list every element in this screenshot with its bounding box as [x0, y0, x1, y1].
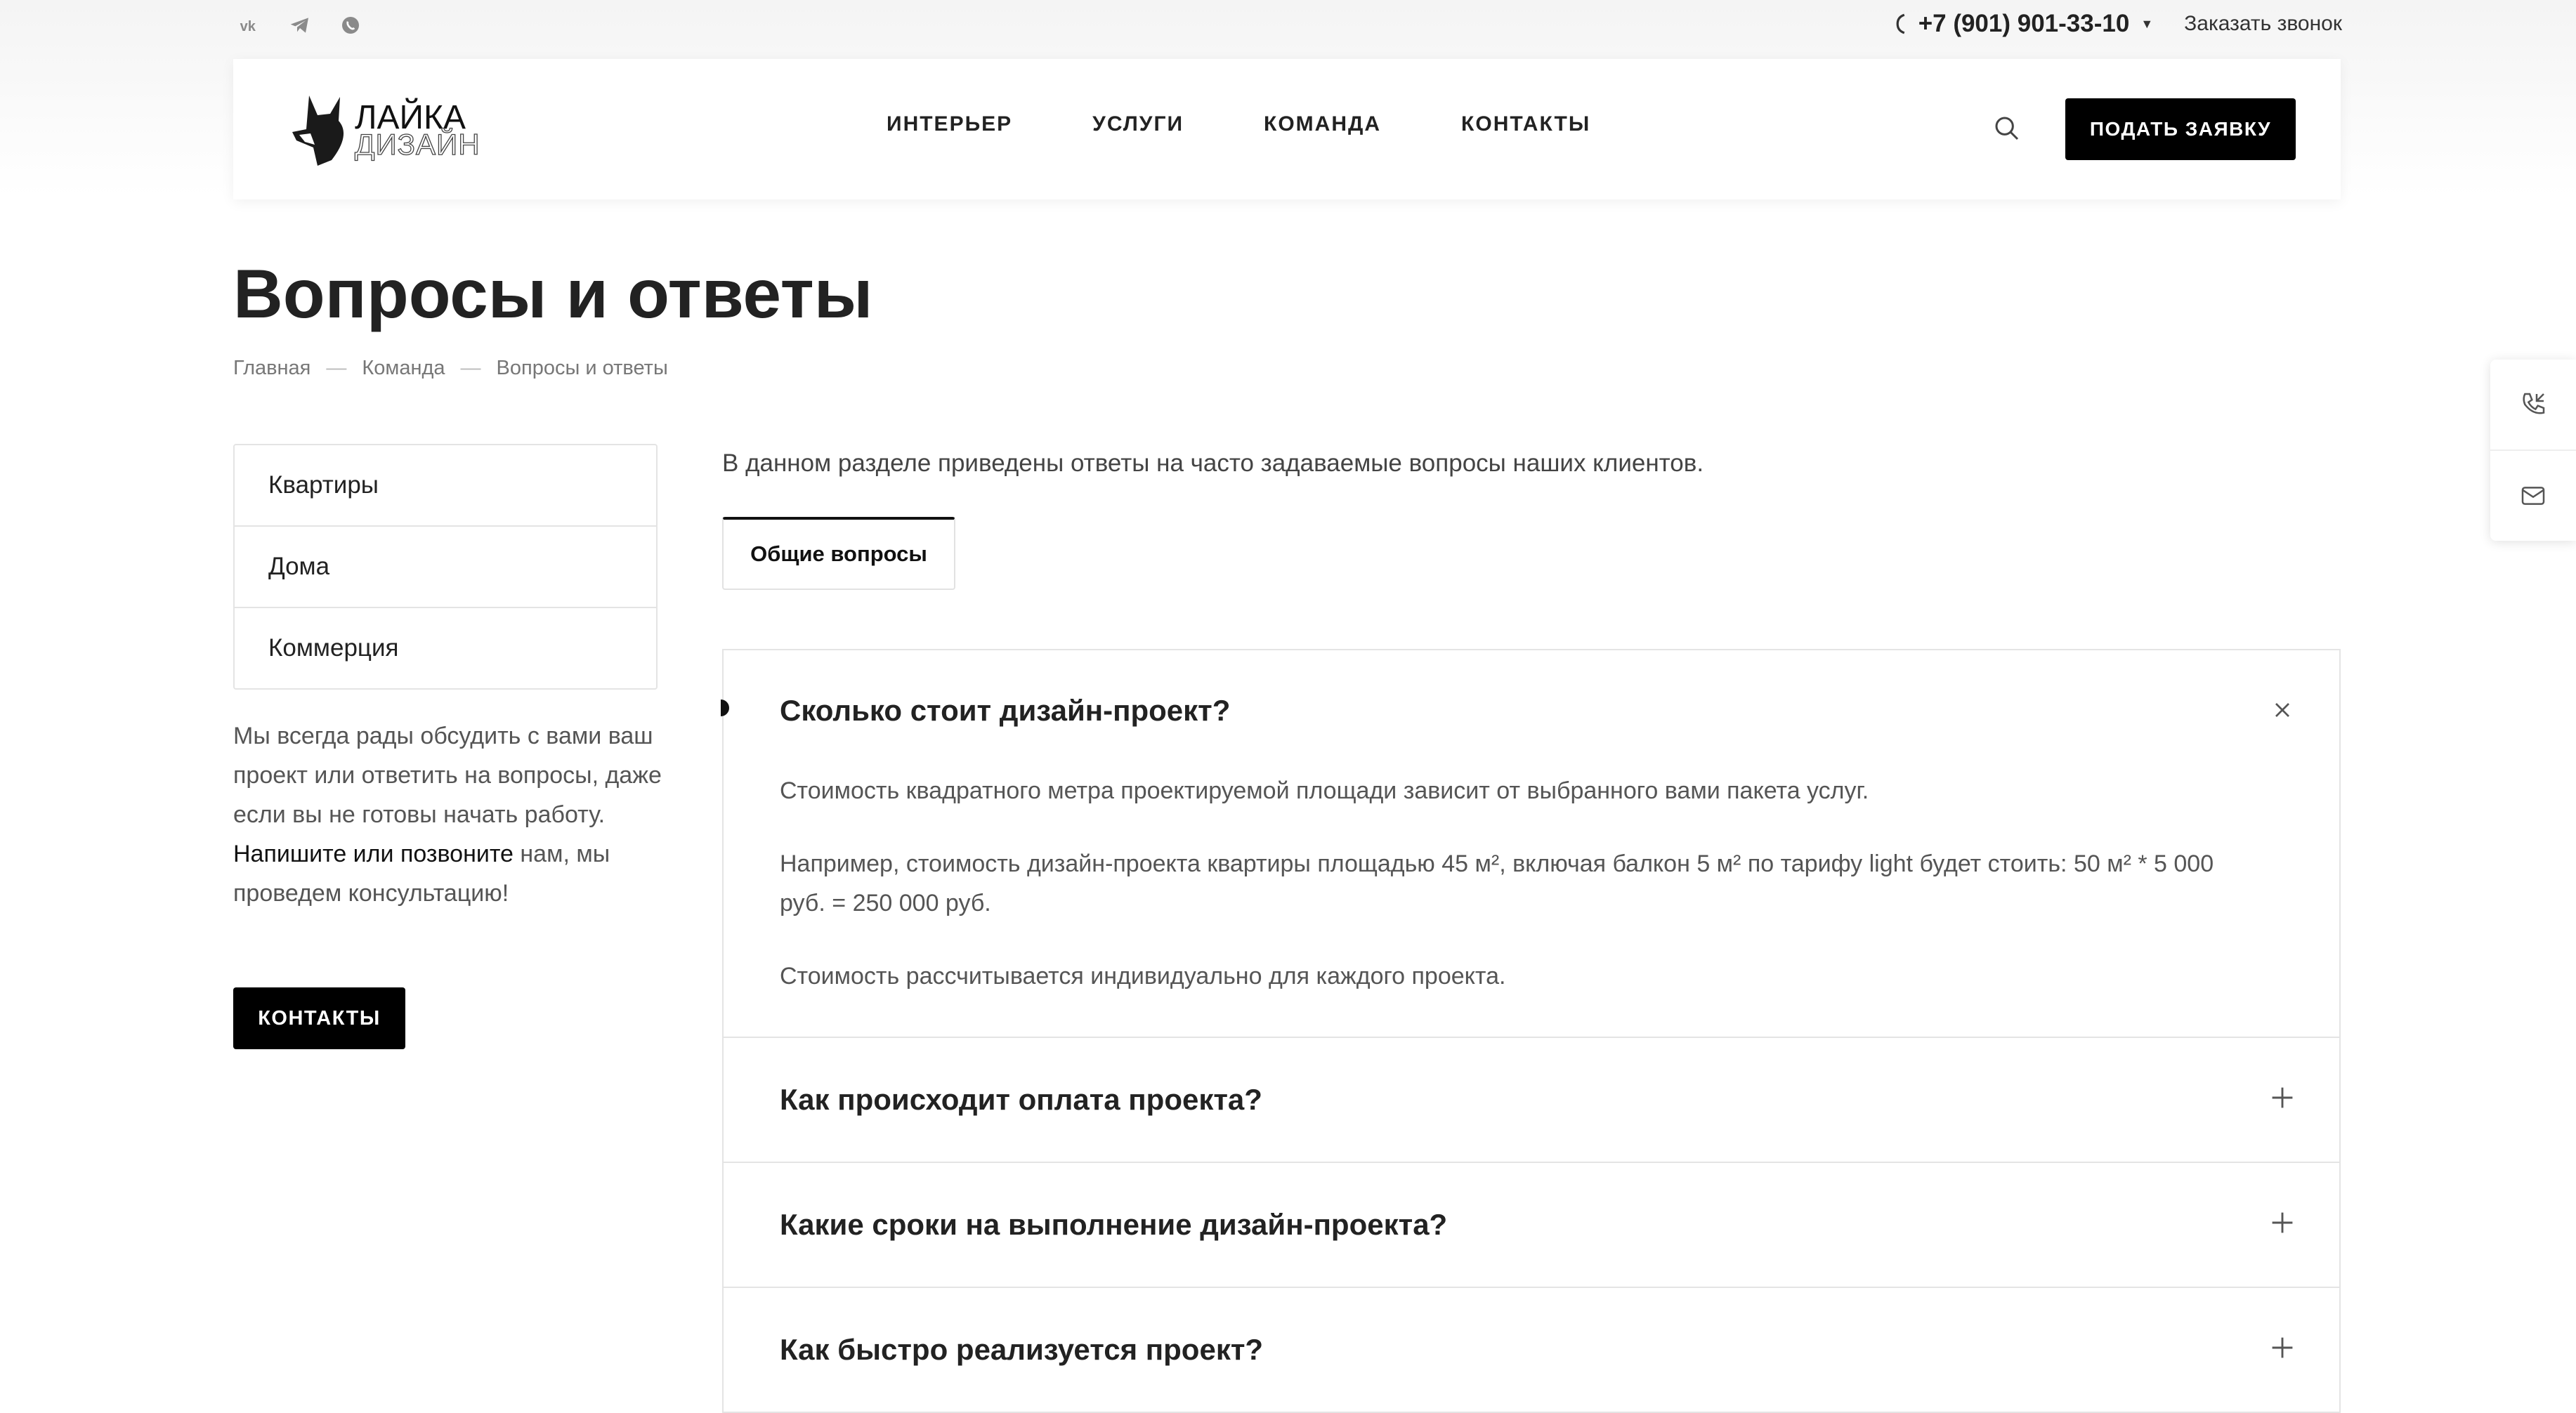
- sidebar-item-commercial[interactable]: Коммерция: [235, 608, 656, 688]
- plus-icon[interactable]: [2265, 1080, 2300, 1115]
- sidebar-text: Мы всегда рады обсудить с вами ваш проек…: [233, 716, 669, 913]
- faq-answer-paragraph: Например, стоимость дизайн-проекта кварт…: [780, 850, 2214, 916]
- mail-icon: [2521, 487, 2545, 505]
- sidebar-menu: Квартиры Дома Коммерция: [233, 444, 658, 690]
- close-icon[interactable]: [2265, 692, 2300, 728]
- faq-answer: Стоимость квадратного метра проектируемо…: [724, 771, 2339, 1037]
- svg-text:vk: vk: [240, 19, 256, 34]
- faq-question[interactable]: Сколько стоит дизайн-проект?: [724, 650, 2339, 771]
- logo[interactable]: ЛАЙКА ДИЗАЙН: [289, 93, 480, 166]
- breadcrumb-current: Вопросы и ответы: [496, 357, 668, 379]
- breadcrumb-separator: —: [326, 357, 347, 379]
- intro-text: В данном разделе приведены ответы на час…: [722, 449, 1704, 477]
- social-links: vk: [233, 11, 367, 39]
- logo-text-secondary: ДИЗАЙН: [354, 127, 480, 161]
- sidebar-item-houses[interactable]: Дома: [235, 527, 656, 608]
- breadcrumb-team[interactable]: Команда: [362, 357, 445, 379]
- phone-area: +7 (901) 901-33-10 ▼ Заказать звонок: [1893, 10, 2342, 38]
- search-button[interactable]: [1989, 111, 2025, 146]
- chevron-down-icon[interactable]: ▼: [2140, 17, 2153, 32]
- write-or-call-link[interactable]: Напишите или позвоните: [233, 841, 514, 867]
- nav-item-interior[interactable]: ИНТЕРЬЕР: [887, 112, 1012, 136]
- faq-item: Как происходит оплата проекта?: [724, 1038, 2339, 1163]
- contacts-button[interactable]: КОНТАКТЫ: [233, 987, 405, 1049]
- phone-icon: [1896, 13, 1905, 34]
- faq-question[interactable]: Как быстро реализуется проект?: [724, 1288, 2339, 1412]
- search-icon: [1995, 117, 2019, 140]
- sidebar-text-start: Мы всегда рады обсудить с вами ваш проек…: [233, 723, 662, 828]
- tab-general-questions[interactable]: Общие вопросы: [722, 517, 955, 590]
- plus-icon[interactable]: [2265, 1330, 2300, 1365]
- whatsapp-icon[interactable]: [334, 11, 367, 39]
- plus-icon[interactable]: [2265, 1205, 2300, 1240]
- nav-item-team[interactable]: КОМАНДА: [1264, 112, 1381, 136]
- faq-accordion: Сколько стоит дизайн-проект? Стоимость к…: [721, 649, 2341, 1413]
- breadcrumb-home[interactable]: Главная: [233, 357, 310, 379]
- nav-item-contacts[interactable]: КОНТАКТЫ: [1461, 112, 1590, 136]
- main-header: ЛАЙКА ДИЗАЙН ИНТЕРЬЕР УСЛУГИ КОМАНДА КОН…: [233, 59, 2341, 199]
- breadcrumb-separator: —: [460, 357, 481, 379]
- page-title: Вопросы и ответы: [233, 255, 873, 332]
- vk-icon[interactable]: vk: [233, 11, 266, 39]
- breadcrumb: Главная — Команда — Вопросы и ответы: [233, 357, 668, 380]
- phone-number[interactable]: +7 (901) 901-33-10: [1918, 10, 2130, 38]
- sidebar-item-apartments[interactable]: Квартиры: [235, 445, 656, 527]
- faq-item: Какие сроки на выполнение дизайн-проекта…: [724, 1163, 2339, 1288]
- email-float-button[interactable]: [2490, 451, 2576, 541]
- husky-logo-icon: [292, 96, 344, 166]
- faq-item: Сколько стоит дизайн-проект? Стоимость к…: [721, 650, 2339, 1038]
- telegram-icon[interactable]: [284, 11, 316, 39]
- callback-float-button[interactable]: [2490, 360, 2576, 451]
- nav-item-services[interactable]: УСЛУГИ: [1092, 112, 1184, 136]
- phone-incoming-icon: [2523, 393, 2545, 414]
- faq-answer-paragraph: Стоимость рассчитывается индивидуально д…: [780, 963, 1506, 990]
- apply-button[interactable]: ПОДАТЬ ЗАЯВКУ: [2065, 98, 2296, 160]
- main-nav: ИНТЕРЬЕР УСЛУГИ КОМАНДА КОНТАКТЫ: [887, 112, 1671, 136]
- faq-question[interactable]: Какие сроки на выполнение дизайн-проекта…: [724, 1163, 2339, 1287]
- faq-question[interactable]: Как происходит оплата проекта?: [724, 1038, 2339, 1162]
- faq-answer-paragraph: Стоимость квадратного метра проектируемо…: [780, 777, 1869, 804]
- faq-item: Как быстро реализуется проект?: [724, 1288, 2339, 1413]
- floating-contact-panel: [2490, 360, 2576, 541]
- callback-link[interactable]: Заказать звонок: [2184, 12, 2342, 36]
